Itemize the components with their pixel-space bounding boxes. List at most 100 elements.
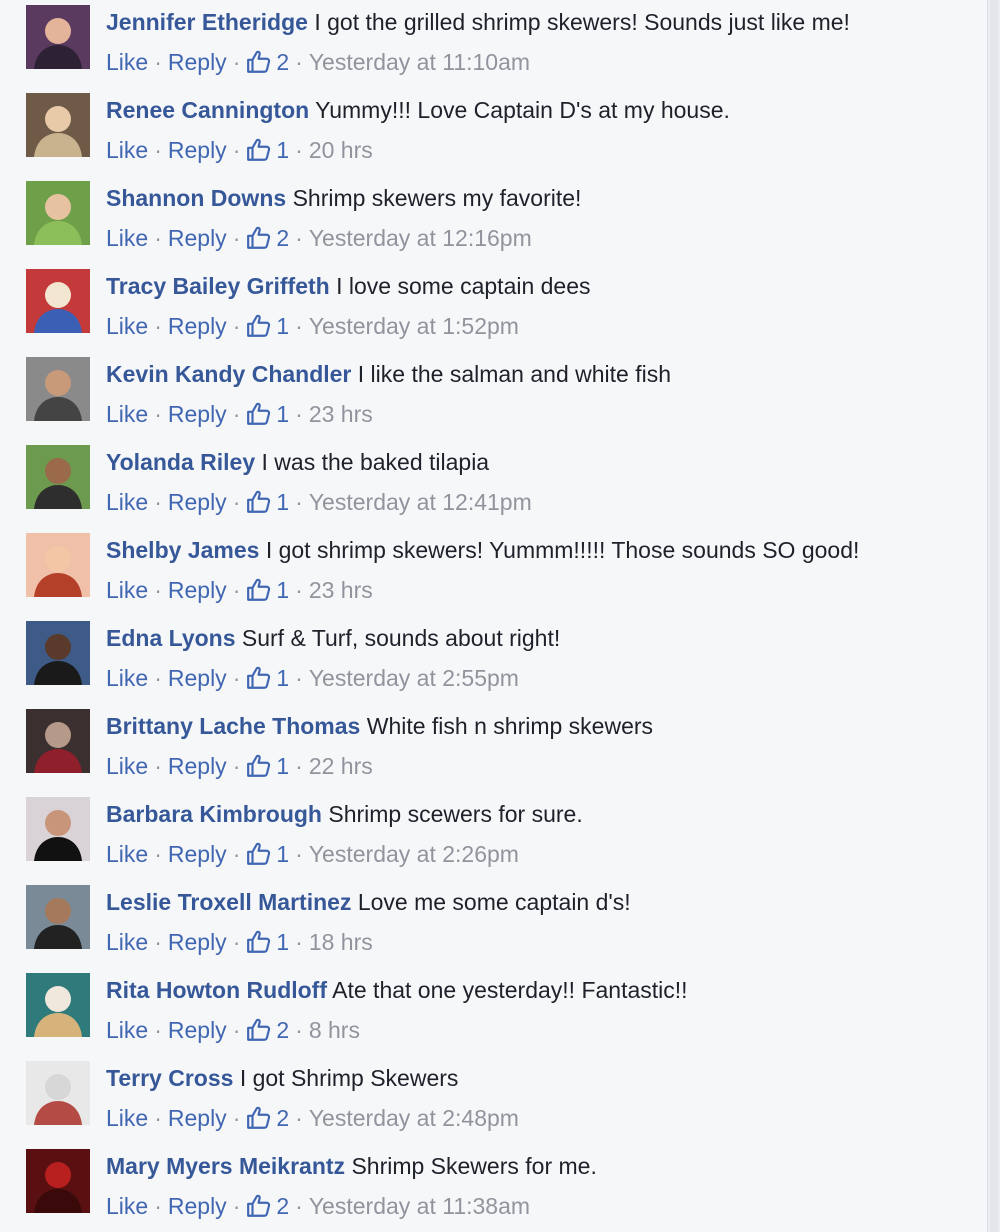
like-button[interactable]: Like [106, 1102, 148, 1134]
comment-body: Shelby James I got shrimp skewers! Yummm… [106, 534, 985, 606]
avatar[interactable] [26, 885, 90, 949]
like-button[interactable]: Like [106, 398, 148, 430]
reply-button[interactable]: Reply [168, 486, 227, 518]
reply-button[interactable]: Reply [168, 1014, 227, 1046]
like-count[interactable]: 1 [246, 750, 289, 782]
comment-timestamp[interactable]: 18 hrs [309, 926, 373, 958]
separator: · [232, 929, 241, 955]
avatar-image [26, 1061, 90, 1125]
comment-timestamp[interactable]: Yesterday at 11:10am [309, 46, 530, 78]
comment-author[interactable]: Mary Myers Meikrantz [106, 1153, 345, 1179]
comment-author[interactable]: Kevin Kandy Chandler [106, 361, 351, 387]
comment-text: Love me some captain d's! [357, 889, 631, 915]
scrollbar[interactable] [987, 0, 1000, 1232]
avatar[interactable] [26, 621, 90, 685]
like-count[interactable]: 2 [246, 1102, 289, 1134]
reply-button[interactable]: Reply [168, 838, 227, 870]
like-button[interactable]: Like [106, 310, 148, 342]
comment-timestamp[interactable]: Yesterday at 12:16pm [309, 222, 532, 254]
comment-author[interactable]: Edna Lyons [106, 625, 236, 651]
avatar[interactable] [26, 5, 90, 69]
reply-button[interactable]: Reply [168, 1190, 227, 1222]
reply-button[interactable]: Reply [168, 662, 227, 694]
like-button[interactable]: Like [106, 574, 148, 606]
reply-button[interactable]: Reply [168, 750, 227, 782]
comment-author[interactable]: Terry Cross [106, 1065, 233, 1091]
comment-timestamp[interactable]: Yesterday at 11:38am [309, 1190, 530, 1222]
like-count[interactable]: 2 [246, 1014, 289, 1046]
thumbs-up-icon [247, 578, 271, 601]
comment-timestamp[interactable]: Yesterday at 2:26pm [309, 838, 519, 870]
comment-author[interactable]: Barbara Kimbrough [106, 801, 322, 827]
comment-timestamp[interactable]: Yesterday at 2:55pm [309, 662, 519, 694]
reply-button[interactable]: Reply [168, 134, 227, 166]
comment-text: Shrimp Skewers for me. [351, 1153, 597, 1179]
comment-timestamp[interactable]: Yesterday at 1:52pm [309, 310, 519, 342]
scrollbar-thumb[interactable] [990, 0, 998, 1232]
avatar[interactable] [26, 93, 90, 157]
comment-author[interactable]: Jennifer Etheridge [106, 9, 308, 35]
avatar[interactable] [26, 445, 90, 509]
comment-timestamp[interactable]: 20 hrs [309, 134, 373, 166]
comment-author[interactable]: Leslie Troxell Martinez [106, 889, 351, 915]
like-button[interactable]: Like [106, 838, 148, 870]
comment-author[interactable]: Rita Howton Rudloff [106, 977, 327, 1003]
like-count[interactable]: 1 [246, 838, 289, 870]
comment-author[interactable]: Yolanda Riley [106, 449, 255, 475]
comment-author[interactable]: Tracy Bailey Griffeth [106, 273, 330, 299]
like-count[interactable]: 1 [246, 926, 289, 958]
comment-author[interactable]: Renee Cannington [106, 97, 309, 123]
comment-author[interactable]: Shannon Downs [106, 185, 286, 211]
avatar[interactable] [26, 973, 90, 1037]
like-count[interactable]: 2 [246, 46, 289, 78]
avatar[interactable] [26, 1149, 90, 1213]
comment: Terry Cross I got Shrimp Skewers Like · … [0, 1056, 985, 1144]
avatar[interactable] [26, 357, 90, 421]
like-button[interactable]: Like [106, 1014, 148, 1046]
reply-button[interactable]: Reply [168, 1102, 227, 1134]
separator: · [295, 665, 303, 691]
comment-body: Kevin Kandy Chandler I like the salman a… [106, 358, 985, 430]
comment-author[interactable]: Shelby James [106, 537, 259, 563]
comment-timestamp[interactable]: 23 hrs [309, 574, 373, 606]
like-count[interactable]: 1 [246, 662, 289, 694]
like-count[interactable]: 1 [246, 486, 289, 518]
comment-author[interactable]: Brittany Lache Thomas [106, 713, 360, 739]
like-count[interactable]: 1 [246, 398, 289, 430]
like-button[interactable]: Like [106, 222, 148, 254]
comment-timestamp[interactable]: 8 hrs [309, 1014, 360, 1046]
reply-button[interactable]: Reply [168, 574, 227, 606]
like-button[interactable]: Like [106, 1190, 148, 1222]
comment-timestamp[interactable]: 23 hrs [309, 398, 373, 430]
comment-body: Shannon Downs Shrimp skewers my favorite… [106, 182, 985, 254]
reply-button[interactable]: Reply [168, 926, 227, 958]
reply-button[interactable]: Reply [168, 398, 227, 430]
reply-button[interactable]: Reply [168, 46, 227, 78]
like-button[interactable]: Like [106, 750, 148, 782]
like-button[interactable]: Like [106, 662, 148, 694]
like-count[interactable]: 2 [246, 222, 289, 254]
comment-timestamp[interactable]: 22 hrs [309, 750, 373, 782]
like-count[interactable]: 1 [246, 310, 289, 342]
avatar[interactable] [26, 181, 90, 245]
thumbs-up-icon [247, 314, 271, 337]
reply-button[interactable]: Reply [168, 222, 227, 254]
like-count-value: 2 [276, 49, 290, 75]
comment-timestamp[interactable]: Yesterday at 2:48pm [309, 1102, 519, 1134]
like-button[interactable]: Like [106, 486, 148, 518]
avatar[interactable] [26, 533, 90, 597]
like-count[interactable]: 1 [246, 574, 289, 606]
like-button[interactable]: Like [106, 926, 148, 958]
avatar[interactable] [26, 797, 90, 861]
reply-button[interactable]: Reply [168, 310, 227, 342]
like-button[interactable]: Like [106, 134, 148, 166]
avatar[interactable] [26, 1061, 90, 1125]
comment-line: Mary Myers Meikrantz Shrimp Skewers for … [106, 1150, 985, 1182]
like-count[interactable]: 1 [246, 134, 289, 166]
avatar[interactable] [26, 709, 90, 773]
comment-timestamp[interactable]: Yesterday at 12:41pm [309, 486, 532, 518]
like-button[interactable]: Like [106, 46, 148, 78]
avatar[interactable] [26, 269, 90, 333]
like-count[interactable]: 2 [246, 1190, 289, 1222]
separator: · [154, 1193, 162, 1219]
